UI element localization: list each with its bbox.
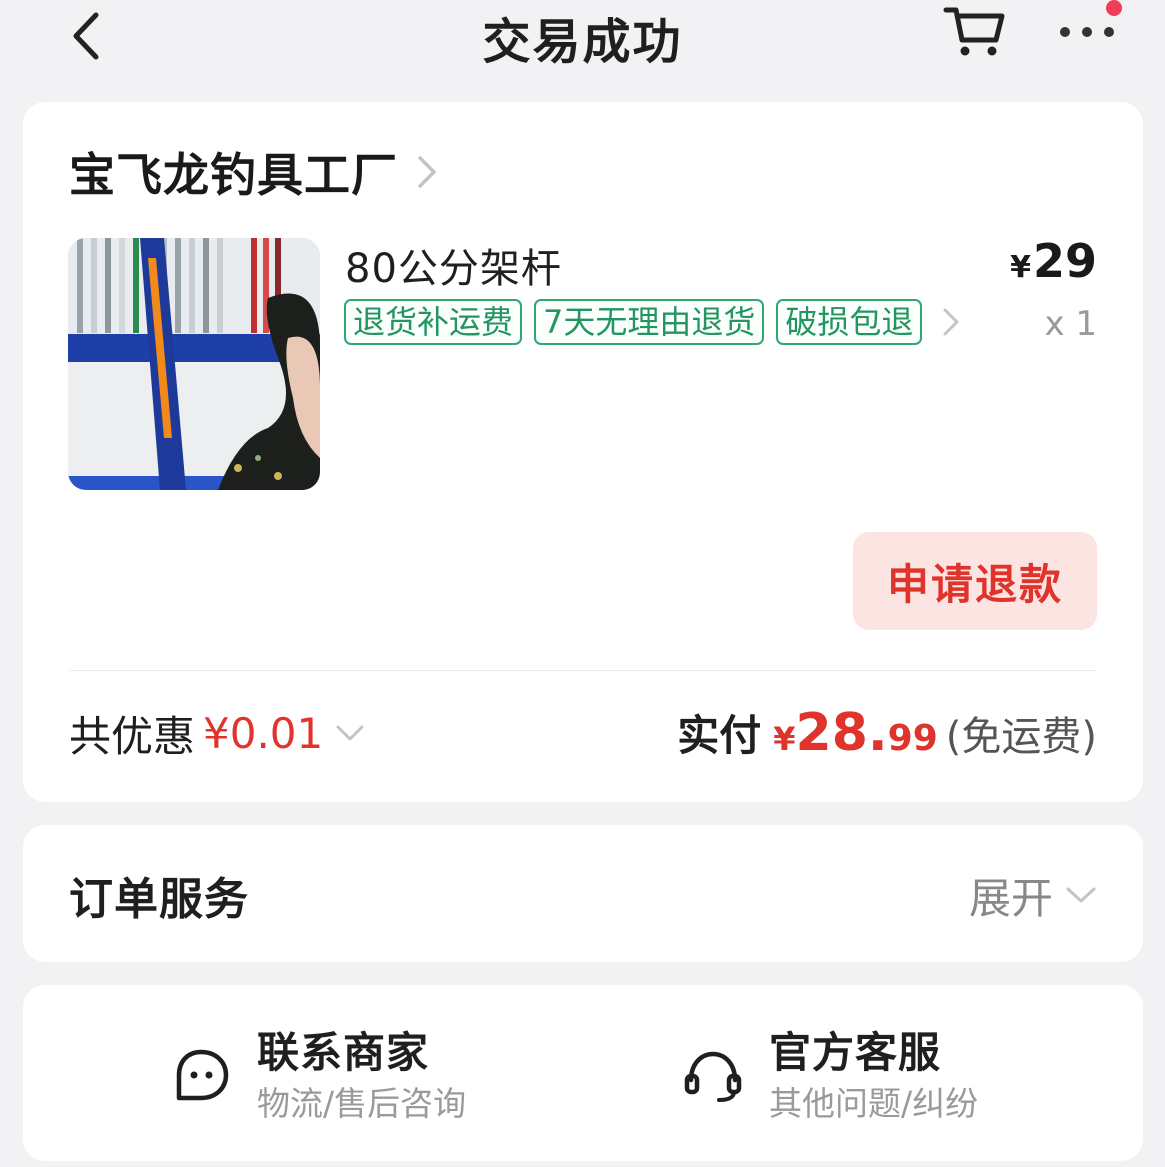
product-photo: [68, 238, 320, 490]
tag-7day-return: 7天无理由退货: [534, 299, 765, 345]
shipping-note: (免运费): [945, 714, 1097, 760]
top-nav-bar: 交易成功: [0, 0, 1165, 80]
tag-return-shipping: 退货补运费: [344, 299, 523, 345]
contact-merchant-button[interactable]: 联系商家 物流/售后咨询: [171, 1021, 466, 1131]
divider: [69, 670, 1097, 671]
actual-payment: 实付 ¥28. 99 (免运费): [677, 702, 1097, 774]
price-value: 29: [1032, 234, 1097, 288]
chat-bubble-icon: [176, 1049, 229, 1101]
contact-merchant-title: 联系商家: [257, 1028, 430, 1077]
product-quantity: x 1: [1044, 304, 1097, 344]
order-service-card: 订单服务 展开: [23, 825, 1143, 962]
paid-currency-symbol: ¥: [773, 720, 796, 758]
service-tags[interactable]: 退货补运费 7天无理由退货 破损包退: [344, 299, 960, 345]
chevron-down-icon: [336, 725, 364, 741]
notification-dot: [1106, 0, 1122, 16]
cart-icon: [943, 7, 1005, 56]
contact-merchant-subtitle: 物流/售后咨询: [257, 1084, 467, 1123]
paid-amount-decimal: 99: [887, 718, 938, 759]
cart-button[interactable]: [942, 2, 1008, 62]
product-price: ¥29: [1010, 234, 1097, 288]
discount-toggle[interactable]: 共优惠 ¥0.01: [69, 702, 365, 764]
apply-refund-button[interactable]: 申请退款: [853, 532, 1097, 630]
order-service-title: 订单服务: [69, 874, 249, 925]
shop-link[interactable]: 宝飞龙钓具工厂: [69, 140, 438, 204]
expand-label: 展开: [968, 873, 1053, 923]
product-title[interactable]: 80公分架杆: [345, 236, 562, 294]
contact-card: 联系商家 物流/售后咨询 官方客服 其他问题/纠纷: [23, 985, 1143, 1161]
official-support-subtitle: 其他问题/纠纷: [769, 1084, 979, 1123]
official-support-title: 官方客服: [769, 1028, 942, 1077]
chevron-right-icon: [418, 156, 436, 188]
paid-amount-integer: 28.: [795, 703, 888, 763]
paid-label: 实付: [677, 711, 762, 760]
currency-symbol: ¥: [1010, 250, 1031, 285]
shop-name: 宝飞龙钓具工厂: [69, 148, 398, 202]
headset-icon: [684, 1051, 742, 1102]
product-image[interactable]: [68, 238, 320, 490]
chevron-right-icon: [943, 308, 959, 336]
order-card: 宝飞龙钓具工厂 80公分架杆 ¥29 x 1 退货补运费 7天无理由退货 破损包…: [23, 102, 1143, 802]
official-support-button[interactable]: 官方客服 其他问题/纠纷: [683, 1021, 978, 1131]
expand-button[interactable]: 展开: [969, 863, 1097, 927]
chevron-down-icon: [1066, 887, 1096, 903]
tag-damage-return: 破损包退: [776, 299, 923, 345]
discount-value: ¥0.01: [203, 708, 324, 758]
discount-label: 共优惠: [69, 711, 196, 761]
